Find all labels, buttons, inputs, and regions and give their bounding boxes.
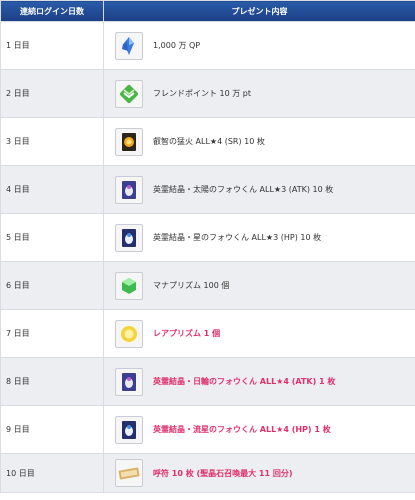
table-row: 5 日目 英霊結晶・星のフォウくん ALL★3 (HP) 10 枚 xyxy=(0,213,415,262)
gift-label: 英霊結晶・日輪のフォウくん ALL★4 (ATK) 1 枚 xyxy=(153,377,336,386)
table-row: 10 日目 呼符 10 枚 (聖晶石召喚最大 11 回分) xyxy=(0,453,415,493)
gift-label: 呼符 10 枚 (聖晶石召喚最大 11 回分) xyxy=(153,468,293,478)
fou-hp-card-icon xyxy=(115,415,143,444)
gift-label: 英霊結晶・流星のフォウくん ALL★4 (HP) 1 枚 xyxy=(153,425,331,434)
gift-cell: 英霊結晶・日輪のフォウくん ALL★4 (ATK) 1 枚 xyxy=(103,357,415,406)
gift-label: マナプリズム 100 個 xyxy=(153,281,230,290)
table-row: 3 日目 叡智の猛火 ALL★4 (SR) 10 枚 xyxy=(0,117,415,166)
gift-cell: レアプリズム 1 個 xyxy=(103,309,415,358)
gift-cell: 英霊結晶・流星のフォウくん ALL★4 (HP) 1 枚 xyxy=(103,405,415,454)
gift-label: 英霊結晶・太陽のフォウくん ALL★3 (ATK) 10 枚 xyxy=(153,185,334,194)
table-header-row: 連続ログイン日数 プレゼント内容 xyxy=(0,0,415,22)
day-cell: 5 日目 xyxy=(0,213,104,262)
table-row: 8 日目 英霊結晶・日輪のフォウくん ALL★4 (ATK) 1 枚 xyxy=(0,357,415,406)
qp-crystal-icon xyxy=(115,31,143,60)
login-bonus-table: 連続ログイン日数 プレゼント内容 1 日目 1,000 万 QP 2 日目 フレンドポ… xyxy=(0,0,415,493)
table-row: 7 日目 レアプリズム 1 個 xyxy=(0,309,415,358)
day-cell: 10 日目 xyxy=(0,453,104,493)
gift-label: 英霊結晶・星のフォウくん ALL★3 (HP) 10 枚 xyxy=(153,233,322,242)
day-cell: 4 日目 xyxy=(0,165,104,214)
fou-atk-card-icon xyxy=(115,175,143,204)
mana-prism-icon xyxy=(115,271,143,300)
fire-card-icon xyxy=(115,127,143,156)
header-gift-column: プレゼント内容 xyxy=(103,0,415,22)
fou-hp-card-icon xyxy=(115,223,143,252)
gift-cell: 英霊結晶・星のフォウくん ALL★3 (HP) 10 枚 xyxy=(103,213,415,262)
gift-label: 叡智の猛火 ALL★4 (SR) 10 枚 xyxy=(153,137,265,146)
rare-prism-icon xyxy=(115,319,143,348)
gift-label: レアプリズム 1 個 xyxy=(153,329,221,338)
gift-cell: 呼符 10 枚 (聖晶石召喚最大 11 回分) xyxy=(103,453,415,493)
summon-ticket-icon xyxy=(115,459,143,487)
table-row: 1 日目 1,000 万 QP xyxy=(0,21,415,70)
gift-cell: マナプリズム 100 個 xyxy=(103,261,415,310)
gift-cell: 1,000 万 QP xyxy=(103,21,415,70)
day-cell: 7 日目 xyxy=(0,309,104,358)
table-row: 9 日目 英霊結晶・流星のフォウくん ALL★4 (HP) 1 枚 xyxy=(0,405,415,454)
day-cell: 8 日目 xyxy=(0,357,104,406)
day-cell: 1 日目 xyxy=(0,21,104,70)
header-day-column: 連続ログイン日数 xyxy=(0,0,104,22)
table-row: 4 日目 英霊結晶・太陽のフォウくん ALL★3 (ATK) 10 枚 xyxy=(0,165,415,214)
day-cell: 9 日目 xyxy=(0,405,104,454)
friend-point-icon xyxy=(115,79,143,108)
gift-cell: フレンドポイント 10 万 pt xyxy=(103,69,415,118)
table-row: 6 日目 マナプリズム 100 個 xyxy=(0,261,415,310)
gift-label: 1,000 万 QP xyxy=(153,41,201,50)
fou-atk-card-icon xyxy=(115,367,143,396)
gift-cell: 英霊結晶・太陽のフォウくん ALL★3 (ATK) 10 枚 xyxy=(103,165,415,214)
gift-cell: 叡智の猛火 ALL★4 (SR) 10 枚 xyxy=(103,117,415,166)
gift-label: フレンドポイント 10 万 pt xyxy=(153,89,252,98)
table-row: 2 日目 フレンドポイント 10 万 pt xyxy=(0,69,415,118)
day-cell: 6 日目 xyxy=(0,261,104,310)
day-cell: 2 日目 xyxy=(0,69,104,118)
day-cell: 3 日目 xyxy=(0,117,104,166)
